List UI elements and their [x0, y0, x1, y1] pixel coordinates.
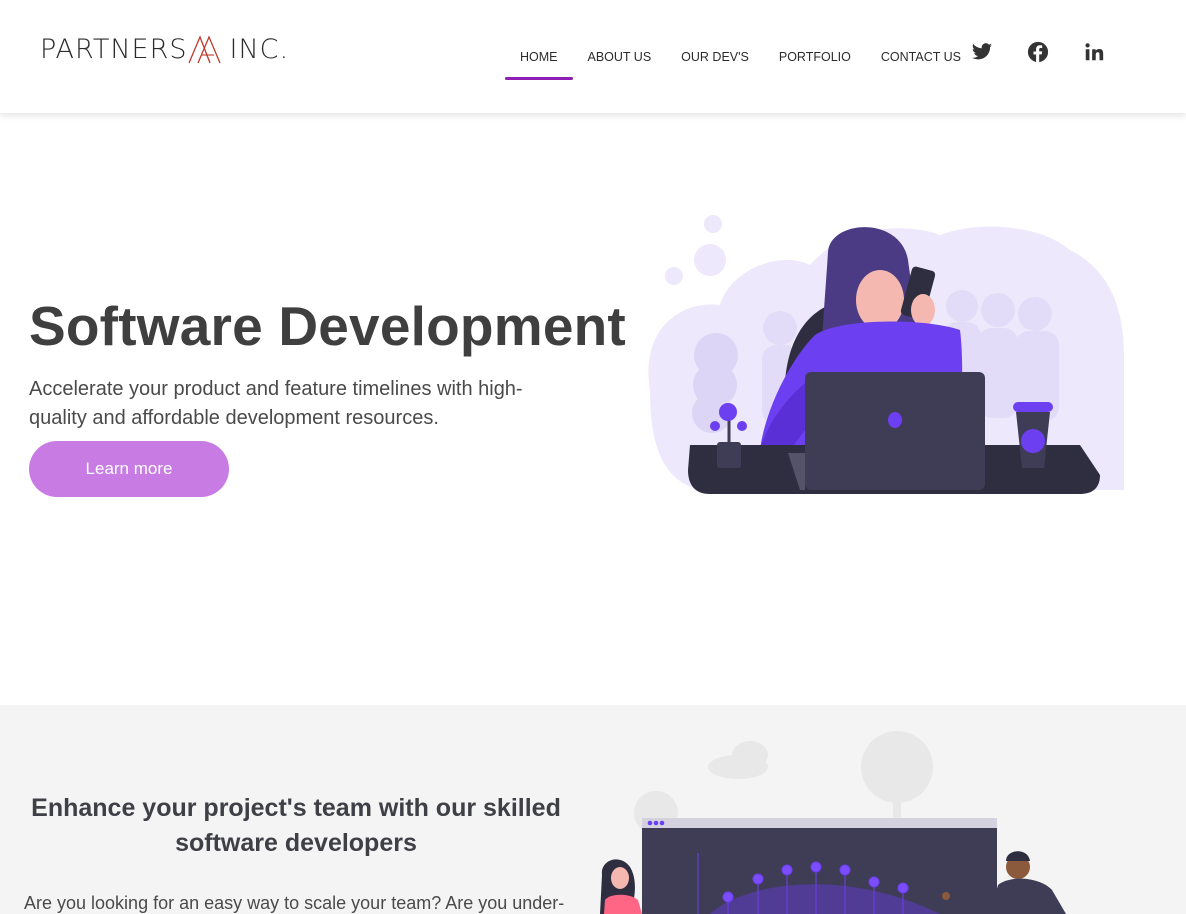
main-nav: HOME ABOUT US OUR DEV'S PORTFOLIO CONTAC… — [505, 0, 976, 113]
hero-subtitle: Accelerate your product and feature time… — [29, 378, 523, 429]
hero-title: Software Development — [29, 295, 626, 357]
twitter-icon[interactable] — [971, 41, 993, 63]
nav-portfolio[interactable]: PORTFOLIO — [764, 0, 866, 113]
logo-mark-icon — [188, 35, 222, 64]
linkedin-icon[interactable] — [1083, 41, 1105, 63]
logo-text-right: INC. — [229, 33, 290, 65]
nav-our-devs[interactable]: OUR DEV'S — [666, 0, 764, 113]
nav-home[interactable]: HOME — [505, 0, 573, 113]
logo-text-left: PARTNERS — [40, 33, 188, 65]
facebook-icon[interactable] — [1027, 41, 1049, 63]
nav-contact-us[interactable]: CONTACT US — [866, 0, 976, 113]
team-dashboard-illustration — [600, 731, 1066, 914]
woman-on-phone-illustration — [648, 215, 1125, 494]
section-text: Are you looking for an easy way to scale… — [24, 893, 565, 913]
learn-more-button[interactable]: Learn more — [29, 441, 229, 497]
section-heading: Enhance your project's team with our ski… — [31, 794, 561, 857]
site-header: PARTNERS INC. HOME ABOUT US OUR DEV'S PO… — [0, 0, 1186, 113]
skilled-developers-section: Enhance your project's team with our ski… — [0, 705, 1186, 914]
logo[interactable]: PARTNERS INC. — [40, 32, 289, 66]
nav-about-us[interactable]: ABOUT US — [573, 0, 667, 113]
